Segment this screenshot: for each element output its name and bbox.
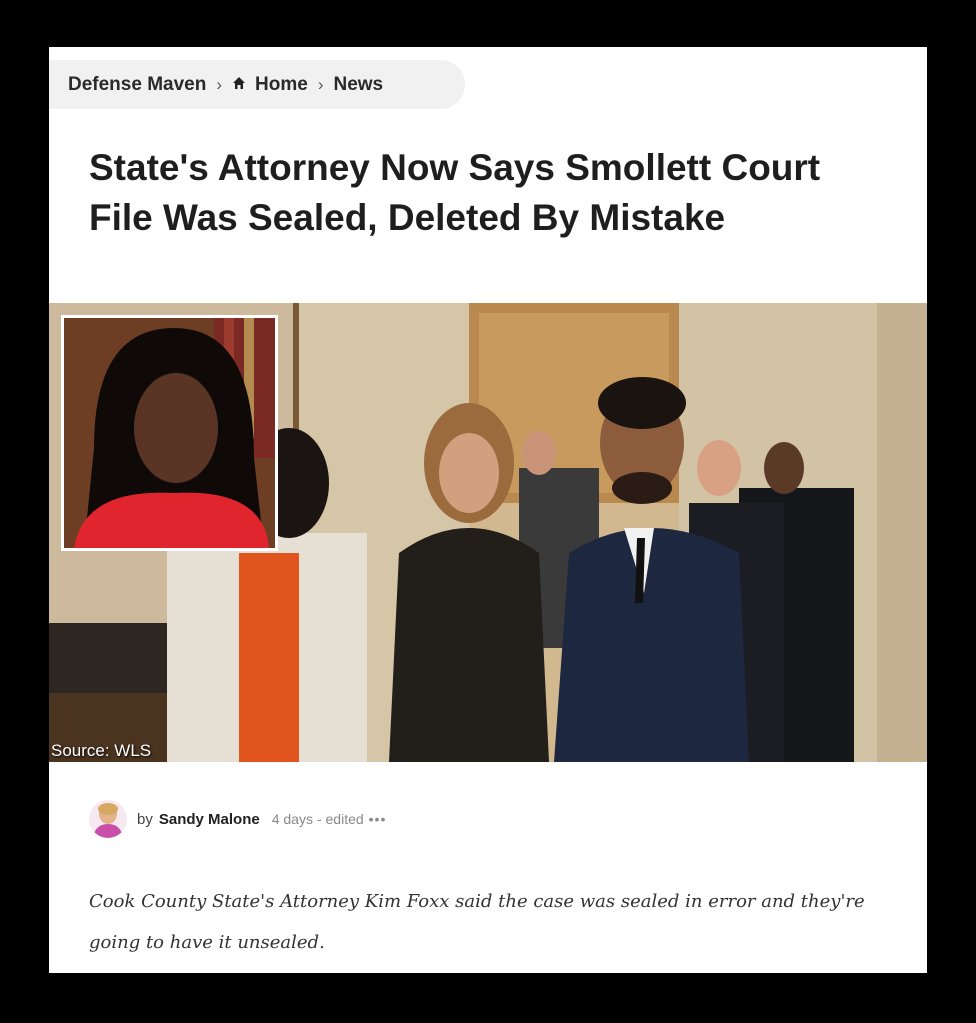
author-name-link[interactable]: Sandy Malone (159, 811, 260, 828)
author-avatar[interactable] (89, 800, 127, 838)
byline: by Sandy Malone 4 days - edited ••• (89, 797, 386, 841)
chevron-right-icon: › (317, 74, 324, 94)
article-page: Defense Maven › Home › News State's Atto… (49, 47, 927, 973)
image-credit: Source: WLS (51, 741, 152, 760)
article-title: State's Attorney Now Says Smollett Court… (89, 147, 821, 238)
chevron-right-icon: › (216, 74, 223, 94)
home-icon[interactable] (232, 74, 246, 96)
post-time: 4 days (271, 811, 313, 827)
breadcrumb-news-link[interactable]: News (333, 74, 383, 96)
inset-photo (61, 315, 278, 551)
edited-label: - edited (316, 811, 364, 827)
article-lede: Cook County State's Attorney Kim Foxx sa… (89, 891, 865, 953)
more-options-icon[interactable]: ••• (369, 811, 387, 827)
breadcrumb: Defense Maven › Home › News (49, 60, 465, 109)
hero-image: Source: WLS (49, 303, 927, 762)
byline-prefix: by (137, 810, 153, 828)
breadcrumb-home-link[interactable]: Home (255, 74, 308, 96)
breadcrumb-site-link[interactable]: Defense Maven (68, 74, 206, 96)
